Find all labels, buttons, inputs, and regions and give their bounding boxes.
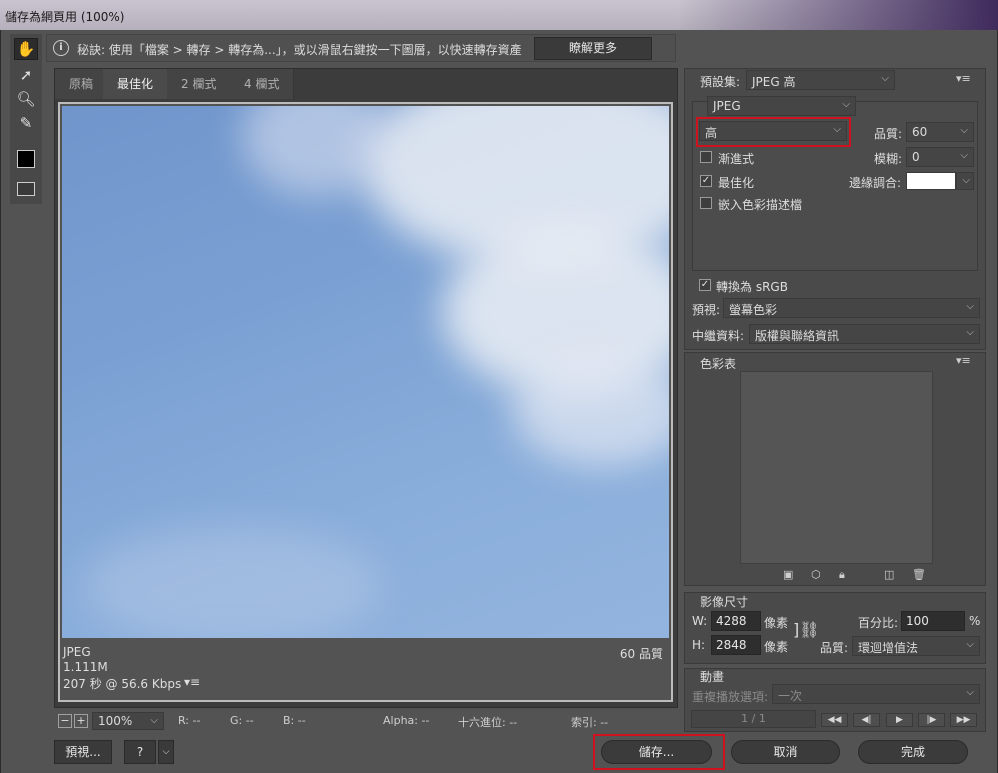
readout-b: B: -- [283,714,306,727]
preset-select[interactable]: JPEG 高 ⌵ [746,70,895,90]
hand-tool-icon[interactable]: ✋ [14,38,38,60]
convert-srgb-label: 轉換為 sRGB [716,280,788,294]
zoom-select[interactable]: 100% ⌵ [92,712,164,730]
preview-button[interactable]: 預視... [54,740,112,764]
progressive-label: 漸進式 [718,152,755,166]
optimized-image-frame: JPEG 1.111M 207 秒 @ 56.6 Kbps ▾≡ 60 品質 [58,102,673,702]
constrain-proportions-link-icon[interactable]: ]⛓ [793,620,820,639]
info-format: JPEG [63,645,91,659]
readout-hex: 十六進位: -- [458,716,518,729]
metadata-select[interactable]: 版權與聯絡資訊 ⌵ [749,324,980,344]
percent-label: 百分比: [858,616,899,630]
percent-field[interactable]: 100 [901,611,965,631]
tip-text: 秘訣: 使用「檔案 > 轉存 > 轉存為...」，或以滑鼠右鍵按一下圖層，以快速… [77,43,522,57]
readout-index: 索引: -- [571,716,609,729]
width-field[interactable]: 4288 [711,611,761,631]
eyedropper-color-swatch[interactable] [14,148,38,170]
save-highlight [593,734,725,770]
learn-more-button[interactable]: 瞭解更多 [534,37,652,60]
resample-quality-select[interactable]: 環迴增值法 ⌵ [852,636,980,656]
matte-color-swatch[interactable] [906,172,956,190]
zoom-out-icon[interactable]: − [58,714,72,728]
percent-sign: % [969,614,981,628]
info-download-time: 207 秒 @ 56.6 Kbps [63,677,182,691]
convert-srgb-checkbox[interactable]: ✓ [699,279,711,291]
browser-menu-chevron-down-icon[interactable]: ⌵ [158,740,174,764]
frame-counter: 1 / 1 [691,710,816,728]
new-color-icon[interactable]: ◫ [884,568,894,581]
window-title-bar: 儲存為網頁用 (100%) [0,0,998,30]
zoom-tool-icon[interactable]: 🔍︎ [14,88,38,110]
cancel-button[interactable]: 取消 [731,740,840,764]
height-field[interactable]: 2848 [711,635,761,655]
embed-profile-checkbox[interactable] [700,197,712,209]
quality-label: 品質: [874,127,903,141]
zoom-in-icon[interactable]: + [74,714,88,728]
last-frame-icon[interactable]: ▶▶ [950,713,977,727]
optimized-checkbox[interactable]: ✓ [700,175,712,187]
optimized-label: 最佳化 [718,176,755,190]
loop-options-select[interactable]: 一次 ⌵ [772,684,980,704]
preview-image[interactable] [62,106,669,638]
info-quality: 60 品質 [619,647,663,661]
quality-field[interactable]: 60 ⌵ [906,122,974,142]
previous-frame-icon[interactable]: ◀| [853,713,880,727]
tab-4-up[interactable]: 4 欄式 [230,69,295,99]
loop-options-label: 重複播放選項: [692,690,769,704]
format-select[interactable]: JPEG ⌵ [707,96,856,116]
readout-g: G: -- [230,714,254,727]
lock-icon[interactable]: 🔒︎ [839,568,845,582]
height-unit: 像素 [764,640,789,654]
optimize-menu-icon[interactable]: ▾≡ [956,72,971,85]
preview-mode-label: 預視: [692,303,721,317]
readout-alpha: Alpha: -- [383,714,430,727]
embed-profile-label: 嵌入色彩描述檔 [718,198,803,212]
blur-field[interactable]: 0 ⌵ [906,147,974,167]
help-icon[interactable]: ? [124,740,156,764]
slice-select-tool-icon[interactable]: ➚ [14,64,38,86]
preset-label: 預設集: [700,75,741,89]
image-info: JPEG 1.111M 207 秒 @ 56.6 Kbps ▾≡ 60 品質 [60,640,671,700]
info-icon: i [53,40,69,56]
tool-column: ✋ ➚ 🔍︎ ✎ [10,34,42,204]
eyedropper-tool-icon[interactable]: ✎ [14,112,38,134]
window-title: 儲存為網頁用 (100%) [5,10,125,24]
toggle-slices-icon[interactable] [14,178,38,200]
progressive-checkbox[interactable] [700,151,712,163]
done-button[interactable]: 完成 [858,740,968,764]
matte-dropdown[interactable]: ⌵ [956,172,974,190]
tab-original[interactable]: 原稿 [55,69,109,99]
blur-label: 模糊: [874,152,903,166]
tab-optimized[interactable]: 最佳化 [103,69,169,99]
info-file-size: 1.111M [63,660,108,674]
animation-title: 動畫 [700,670,725,684]
next-frame-icon[interactable]: |▶ [918,713,945,727]
width-unit: 像素 [764,616,789,630]
quality-preset-highlight [696,117,851,147]
tab-2-up[interactable]: 2 欄式 [167,69,232,99]
play-icon[interactable]: ▶ [886,713,913,727]
metadata-label: 中繼資料: [692,329,745,343]
matte-label: 邊緣調合: [849,176,902,190]
map-transparent-icon[interactable]: ▣ [783,568,793,581]
height-label: H: [692,638,706,652]
color-table-title: 色彩表 [700,357,737,371]
readout-r: R: -- [178,714,201,727]
preview-mode-select[interactable]: 螢幕色彩 ⌵ [723,298,980,318]
image-size-title: 影像尺寸 [700,595,749,609]
download-speed-menu-icon[interactable]: ▾≡ [184,675,200,689]
trash-icon[interactable]: 🗑︎ [912,568,926,581]
web-snap-cube-icon[interactable]: ⬡ [811,568,821,581]
status-bar: − + 100% ⌵ R: -- G: -- B: -- Alpha: -- 十六… [54,710,678,732]
resample-quality-label: 品質: [820,641,849,655]
color-table-swatches[interactable] [740,371,933,564]
color-table-menu-icon[interactable]: ▾≡ [956,354,971,367]
first-frame-icon[interactable]: ◀◀ [821,713,848,727]
width-label: W: [692,614,708,628]
